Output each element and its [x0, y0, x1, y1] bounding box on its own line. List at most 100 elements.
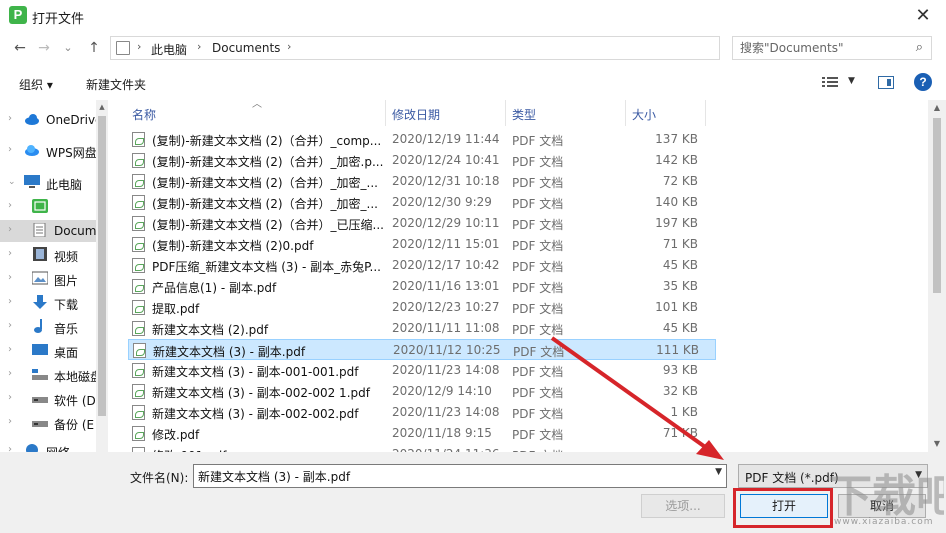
sidebar-item-music[interactable]: › 音乐: [0, 316, 96, 338]
help-icon[interactable]: ?: [914, 73, 932, 91]
scroll-up-arrow-icon[interactable]: ▲: [928, 100, 946, 116]
expand-chevron-icon[interactable]: ›: [8, 444, 12, 452]
sidebar-item-local-disk[interactable]: › 本地磁盘: [0, 364, 102, 386]
table-row[interactable]: 新建文本文档 (3) - 副本-001-001.pdf 2020/11/23 14…: [128, 360, 716, 381]
file-size: 140 KB: [655, 195, 698, 209]
video-icon: [33, 247, 47, 261]
preview-pane-icon[interactable]: [878, 76, 894, 89]
file-type: PDF 文档: [512, 218, 564, 232]
table-row[interactable]: (复制)-新建文本文档 (2)（合并）_comp... 2020/12/19 11…: [128, 129, 716, 150]
table-row[interactable]: PDF压缩_新建文本文档 (3) - 副本_赤兔P... 2020/12/17 1…: [128, 255, 716, 276]
scroll-down-arrow-icon[interactable]: ▼: [928, 436, 946, 452]
table-row[interactable]: 修改-001.pdf2020/11/24 11:36PDF 文档: [128, 444, 716, 452]
sidebar-item-label: 视频: [54, 250, 79, 264]
expand-chevron-icon[interactable]: ›: [8, 113, 12, 124]
pdf-file-icon: [132, 426, 145, 441]
title-bar: P 打开文件 ✕: [0, 0, 946, 32]
expand-chevron-icon[interactable]: ›: [8, 392, 12, 403]
sidebar-item-onedrive[interactable]: › OneDrive: [0, 109, 102, 131]
table-row[interactable]: (复制)-新建文本文档 (2)（合并）_加密.p... 2020/12/24 10…: [128, 150, 716, 171]
sidebar-item-drive-e[interactable]: › 备份 (E: [0, 412, 96, 434]
expand-chevron-icon[interactable]: ›: [8, 144, 12, 155]
view-options-dropdown-icon[interactable]: ▼: [848, 76, 855, 86]
sidebar-item-wps-cloud[interactable]: › WPS网盘: [0, 140, 97, 162]
pdf-file-icon: [132, 237, 145, 252]
breadcrumb-documents[interactable]: Documents: [212, 41, 280, 55]
file-list-scrollbar[interactable]: ▲ ▼: [928, 100, 946, 452]
sidebar-item-network[interactable]: › 网络: [0, 440, 96, 452]
sidebar-item-documents[interactable]: › Documents: [0, 220, 108, 242]
collapse-chevron-icon[interactable]: ⌄: [8, 177, 16, 187]
table-row[interactable]: 新建文本文档 (3) - 副本-002-002 1.pdf 2020/12/9 1…: [128, 381, 716, 402]
file-name: (复制)-新建文本文档 (2)（合并）_comp...: [152, 134, 382, 148]
file-size: 137 KB: [655, 132, 698, 146]
sidebar-item-label: 音乐: [54, 322, 79, 336]
close-button[interactable]: ✕: [900, 0, 946, 32]
pdf-file-icon: [132, 258, 145, 273]
change-view-icon[interactable]: [822, 76, 838, 89]
back-arrow-icon[interactable]: ←: [10, 37, 30, 59]
drive-icon: [32, 369, 48, 380]
sidebar-item-this-pc[interactable]: ⌄ 此电脑: [0, 172, 96, 194]
expand-chevron-icon[interactable]: ›: [8, 344, 12, 355]
sidebar-item-downloads[interactable]: › 下载: [0, 292, 96, 314]
expand-chevron-icon[interactable]: ›: [8, 272, 12, 283]
search-box[interactable]: ⌕: [732, 36, 932, 60]
table-row-selected[interactable]: 新建文本文档 (3) - 副本.pdf 2020/11/12 10:25 PDF 文…: [128, 339, 716, 360]
sidebar-item-videos[interactable]: › 视频: [0, 244, 96, 266]
recent-locations-chevron-icon[interactable]: ⌄: [58, 37, 78, 59]
sidebar-item-wps[interactable]: ›: [0, 196, 96, 218]
expand-chevron-icon[interactable]: ›: [8, 368, 12, 379]
sidebar-item-drive-d[interactable]: › 软件 (D: [0, 388, 96, 410]
file-date: 2020/11/12 10:25: [393, 343, 501, 357]
filename-dropdown-icon[interactable]: ▼: [715, 467, 722, 477]
file-type: PDF 文档: [512, 197, 564, 211]
filename-combobox[interactable]: ▼: [193, 464, 727, 488]
wps-pdf-app-icon: P: [9, 6, 27, 24]
expand-chevron-icon[interactable]: ›: [8, 296, 12, 307]
column-header-size[interactable]: 大小: [632, 100, 706, 126]
expand-chevron-icon[interactable]: ›: [8, 248, 12, 259]
options-button[interactable]: 选项...: [641, 494, 725, 518]
filename-label: 文件名(N):: [130, 471, 189, 485]
breadcrumb-this-pc[interactable]: 此电脑: [151, 41, 187, 58]
sidebar-item-pictures[interactable]: › 图片: [0, 268, 96, 290]
expand-chevron-icon[interactable]: ›: [8, 224, 12, 235]
file-type: PDF 文档: [512, 155, 564, 169]
table-row[interactable]: (复制)-新建文本文档 (2)0.pdf 2020/12/11 15:01 PDF …: [128, 234, 716, 255]
sidebar-item-desktop[interactable]: › 桌面: [0, 340, 96, 362]
breadcrumb-separator[interactable]: ›: [197, 40, 201, 53]
column-header-name[interactable]: 名称: [132, 100, 386, 126]
organize-menu-button[interactable]: 组织 ▾: [19, 76, 53, 93]
search-input[interactable]: [740, 40, 900, 56]
expand-chevron-icon[interactable]: ›: [8, 416, 12, 427]
table-row[interactable]: 修改.pdf 2020/11/18 9:15 PDF 文档 71 KB: [128, 423, 716, 444]
table-row[interactable]: 新建文本文档 (2).pdf 2020/11/11 11:08 PDF 文档 45 K…: [128, 318, 716, 339]
column-header-type[interactable]: 类型: [512, 100, 626, 126]
up-arrow-icon[interactable]: ↑: [84, 37, 104, 59]
new-folder-button[interactable]: 新建文件夹: [86, 76, 146, 93]
sidebar-scrollbar-thumb[interactable]: [98, 116, 106, 416]
address-bar[interactable]: › 此电脑 › Documents › ▼ ↻: [110, 36, 826, 60]
expand-chevron-icon[interactable]: ›: [8, 200, 12, 211]
breadcrumb-separator[interactable]: ›: [137, 40, 141, 53]
pdf-file-icon: [133, 343, 146, 358]
table-row[interactable]: 新建文本文档 (3) - 副本-002-002.pdf 2020/11/23 14…: [128, 402, 716, 423]
expand-chevron-icon[interactable]: ›: [8, 320, 12, 331]
breadcrumb-separator[interactable]: ›: [287, 40, 291, 53]
sidebar-scrollbar[interactable]: ▲: [96, 100, 108, 452]
file-type: PDF 文档: [512, 239, 564, 253]
filename-input[interactable]: [198, 468, 698, 484]
table-row[interactable]: (复制)-新建文本文档 (2)（合并）_加密_... 2020/12/31 10:…: [128, 171, 716, 192]
table-row[interactable]: 产品信息(1) - 副本.pdf 2020/11/16 13:01 PDF 文档 35…: [128, 276, 716, 297]
file-name: 新建文本文档 (3) - 副本-001-001.pdf: [152, 365, 359, 379]
forward-arrow-icon[interactable]: →: [34, 37, 54, 59]
column-header-date[interactable]: 修改日期: [392, 100, 506, 126]
table-row[interactable]: (复制)-新建文本文档 (2)（合并）_加密_... 2020/12/30 9:2…: [128, 192, 716, 213]
watermark-text: 下载吧: [828, 471, 944, 522]
table-row[interactable]: 提取.pdf 2020/12/23 10:27 PDF 文档 101 KB: [128, 297, 716, 318]
table-row[interactable]: (复制)-新建文本文档 (2)（合并）_已压缩... 2020/12/29 10:…: [128, 213, 716, 234]
search-icon[interactable]: ⌕: [916, 40, 923, 55]
scroll-up-arrow-icon[interactable]: ▲: [96, 100, 108, 114]
file-list-scrollbar-thumb[interactable]: [933, 118, 941, 293]
